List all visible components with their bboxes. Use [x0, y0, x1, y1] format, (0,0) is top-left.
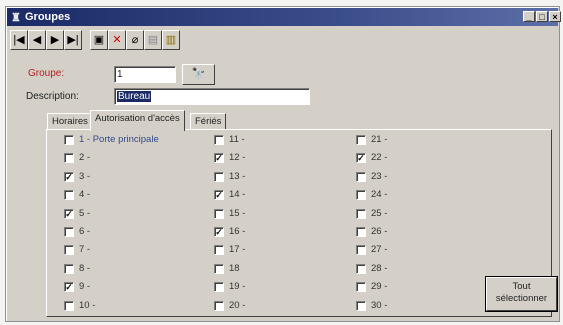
- checkbox-checked[interactable]: ✓: [214, 190, 224, 201]
- checkbox-unchecked[interactable]: [64, 135, 74, 145]
- checkbox-unchecked[interactable]: [214, 245, 224, 256]
- checkbox-unchecked[interactable]: [214, 208, 224, 219]
- door-label: 21 -: [371, 134, 388, 145]
- access-panel: [46, 129, 552, 317]
- groupes-window: ♜ Groupes _ □ × |◀ ◀ ▶ ▶| ▣ ✕ ⌀ ▤ ▥ Grou…: [5, 6, 561, 322]
- binoculars-icon[interactable]: 🔭: [182, 64, 215, 85]
- last-record-button[interactable]: ▶|: [64, 30, 82, 50]
- checkbox-checked[interactable]: ✓: [356, 153, 366, 164]
- door-label: 29 -: [371, 281, 388, 293]
- door-label: 20 -: [229, 299, 246, 311]
- select-all-button[interactable]: Tout sélectionner: [486, 277, 557, 311]
- checkbox-unchecked[interactable]: [356, 135, 366, 145]
- save-icon[interactable]: ▣: [90, 30, 108, 50]
- door-label: 14 -: [229, 189, 246, 201]
- door-label: 23 -: [371, 170, 388, 182]
- door-label: 17 -: [229, 244, 246, 256]
- eraser-icon[interactable]: ⌀: [126, 30, 144, 50]
- checkbox-checked[interactable]: ✓: [64, 208, 74, 219]
- checkbox-checked[interactable]: ✓: [64, 282, 74, 293]
- app-icon: ♜: [11, 12, 21, 24]
- door-label: 19 -: [229, 281, 246, 293]
- checkbox-checked[interactable]: ✓: [64, 171, 74, 182]
- next-record-button[interactable]: ▶: [46, 30, 64, 50]
- door-label: 7 -: [79, 244, 91, 256]
- checkbox-unchecked[interactable]: [214, 171, 224, 182]
- door-label: 15 -: [229, 207, 246, 219]
- door-label: 5 -: [79, 207, 91, 219]
- groupe-label: Groupe:: [28, 68, 65, 79]
- checkbox-checked[interactable]: ✓: [214, 227, 224, 237]
- door-label: 18: [229, 262, 240, 274]
- description-field[interactable]: Bureau: [114, 88, 310, 105]
- door-label: 3 -: [79, 170, 91, 182]
- tab-horaires[interactable]: Horaires: [47, 113, 93, 130]
- checkbox-unchecked[interactable]: [64, 300, 74, 311]
- maximize-button[interactable]: □: [536, 11, 548, 22]
- delete-icon[interactable]: ✕: [108, 30, 126, 50]
- exit-door-icon[interactable]: ▥: [162, 30, 180, 50]
- checkbox-unchecked[interactable]: [356, 245, 366, 256]
- door-label: 2 -: [79, 152, 91, 164]
- checkbox-unchecked[interactable]: [356, 263, 366, 274]
- close-button[interactable]: ×: [549, 11, 561, 22]
- door-label: 10 -: [79, 299, 96, 311]
- door-label: 13 -: [229, 170, 246, 182]
- previous-record-button[interactable]: ◀: [28, 30, 46, 50]
- checkbox-unchecked[interactable]: [64, 190, 74, 201]
- checkbox-unchecked[interactable]: [64, 245, 74, 256]
- door-label: 16 -: [229, 226, 246, 237]
- checkbox-unchecked[interactable]: [214, 263, 224, 274]
- door-label: 9 -: [79, 281, 91, 293]
- door-label: 25 -: [371, 207, 388, 219]
- toolbar: |◀ ◀ ▶ ▶| ▣ ✕ ⌀ ▤ ▥: [10, 30, 310, 52]
- minimize-button[interactable]: _: [523, 11, 535, 22]
- door-label: 26 -: [371, 226, 388, 237]
- checkbox-unchecked[interactable]: [356, 190, 366, 201]
- tab-feries[interactable]: Fériés: [190, 113, 227, 130]
- first-record-button[interactable]: |◀: [10, 30, 28, 50]
- checkbox-unchecked[interactable]: [214, 282, 224, 293]
- description-selected-text: Bureau: [117, 91, 152, 102]
- door-label: 1 - Porte principale: [79, 134, 159, 145]
- search-record-icon[interactable]: ▤: [144, 30, 162, 50]
- door-label: 22 -: [371, 152, 388, 164]
- title-bar[interactable]: ♜ Groupes _ □ ×: [7, 8, 561, 26]
- checkbox-unchecked[interactable]: [214, 300, 224, 311]
- checkbox-unchecked[interactable]: [64, 227, 74, 237]
- door-label: 24 -: [371, 189, 388, 201]
- door-label: 30 -: [371, 299, 388, 311]
- door-label: 6 -: [79, 226, 91, 237]
- checkbox-unchecked[interactable]: [356, 208, 366, 219]
- door-label: 11 -: [229, 134, 245, 145]
- tab-autorisation-acces[interactable]: Autorisation d'accès: [90, 110, 185, 131]
- door-label: 12 -: [229, 152, 246, 164]
- description-label: Description:: [26, 91, 79, 102]
- window-title: Groupes: [25, 11, 71, 23]
- checkbox-unchecked[interactable]: [356, 227, 366, 237]
- checkbox-checked[interactable]: ✓: [214, 153, 224, 164]
- groupe-field[interactable]: 1: [114, 66, 176, 83]
- checkbox-unchecked[interactable]: [64, 263, 74, 274]
- checkbox-unchecked[interactable]: [214, 135, 224, 145]
- door-label: 4 -: [79, 189, 91, 201]
- checkbox-unchecked[interactable]: [356, 171, 366, 182]
- door-label: 27 -: [371, 244, 388, 256]
- door-label: 8 -: [79, 262, 91, 274]
- door-label: 28 -: [371, 262, 388, 274]
- checkbox-unchecked[interactable]: [356, 282, 366, 293]
- checkbox-unchecked[interactable]: [64, 153, 74, 164]
- checkbox-unchecked[interactable]: [356, 300, 366, 311]
